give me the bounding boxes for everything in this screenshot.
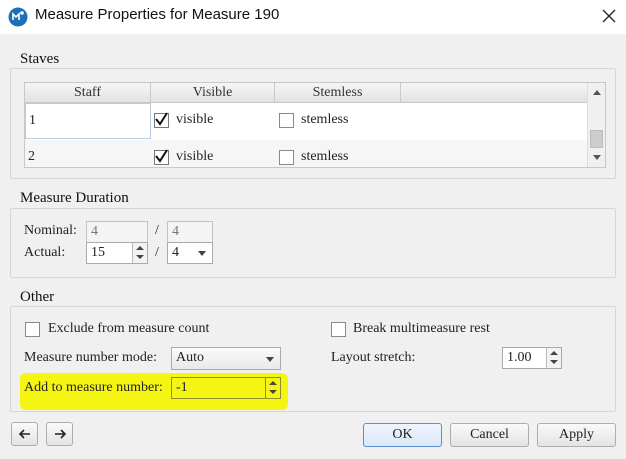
measure-number-mode-value: Auto	[176, 350, 204, 365]
exclude-label: Exclude from measure count	[48, 321, 210, 336]
ok-button[interactable]: OK	[363, 423, 442, 447]
actual-denominator-combo[interactable]: 4	[167, 242, 213, 264]
column-header-filler	[401, 83, 587, 103]
layout-stretch-value: 1.00	[507, 350, 532, 365]
stemless-label: stemless	[301, 112, 349, 127]
musescore-icon	[8, 7, 28, 27]
stemless-checkbox[interactable]	[279, 113, 294, 128]
spin-buttons[interactable]	[265, 378, 280, 398]
table-row[interactable]: 1 visible stemless	[25, 103, 587, 139]
visible-label: visible	[176, 149, 214, 164]
spin-buttons[interactable]	[132, 243, 147, 263]
duration-label: Measure Duration	[18, 190, 131, 207]
actual-numerator-value: 15	[91, 245, 105, 260]
visible-checkbox[interactable]	[154, 149, 169, 165]
measure-number-mode-label: Measure number mode:	[24, 350, 157, 365]
next-measure-button[interactable]	[46, 422, 73, 446]
spin-down-icon[interactable]	[269, 390, 277, 394]
spin-up-icon[interactable]	[550, 351, 558, 355]
arrow-right-icon	[54, 429, 66, 439]
stemless-checkbox[interactable]	[279, 150, 294, 165]
break-mmrest-label: Break multimeasure rest	[353, 321, 490, 336]
staff-cell[interactable]: 1	[25, 103, 151, 139]
table-row[interactable]: 2 visible stemless	[25, 140, 587, 167]
actual-label: Actual:	[24, 245, 66, 260]
staff-number: 1	[29, 113, 36, 128]
column-header-visible[interactable]: Visible	[151, 83, 275, 103]
close-icon[interactable]	[598, 5, 620, 27]
break-mmrest-checkbox[interactable]	[331, 322, 346, 337]
scroll-down-icon[interactable]	[593, 155, 601, 160]
table-scrollbar[interactable]	[587, 83, 605, 167]
nominal-numerator-field: 4	[86, 221, 148, 243]
actual-denominator-value: 4	[172, 245, 179, 260]
chevron-down-icon	[198, 251, 206, 256]
staves-table: Staff Visible Stemless 1 visible stemles…	[24, 82, 606, 168]
actual-separator: /	[155, 245, 159, 260]
spin-up-icon[interactable]	[269, 381, 277, 385]
add-to-measure-number-spinbox[interactable]: -1	[171, 377, 281, 399]
nominal-denominator-field: 4	[167, 221, 213, 243]
add-to-measure-number-value: -1	[176, 380, 188, 395]
other-label: Other	[18, 289, 57, 306]
actual-numerator-spinbox[interactable]: 15	[86, 242, 148, 264]
window-title: Measure Properties for Measure 190	[35, 6, 280, 23]
column-header-stemless[interactable]: Stemless	[275, 83, 401, 103]
measure-number-mode-combo[interactable]: Auto	[171, 347, 281, 370]
spin-buttons[interactable]	[546, 348, 561, 368]
staves-label: Staves	[18, 51, 62, 68]
apply-button[interactable]: Apply	[537, 423, 616, 447]
stemless-label: stemless	[301, 149, 349, 164]
add-to-measure-number-label: Add to measure number:	[24, 380, 163, 395]
nominal-label: Nominal:	[24, 223, 77, 238]
nominal-separator: /	[155, 223, 159, 238]
layout-stretch-spinbox[interactable]: 1.00	[502, 347, 562, 369]
spin-down-icon[interactable]	[136, 255, 144, 259]
column-header-staff[interactable]: Staff	[25, 83, 151, 103]
cancel-button[interactable]: Cancel	[450, 423, 529, 447]
layout-stretch-label: Layout stretch:	[331, 350, 416, 365]
visible-label: visible	[176, 112, 214, 127]
exclude-checkbox[interactable]	[25, 322, 40, 337]
staff-number: 2	[28, 149, 35, 164]
scroll-thumb[interactable]	[590, 130, 603, 148]
visible-checkbox[interactable]	[154, 112, 169, 128]
spin-up-icon[interactable]	[136, 246, 144, 250]
spin-down-icon[interactable]	[550, 360, 558, 364]
scroll-up-icon[interactable]	[593, 90, 601, 95]
previous-measure-button[interactable]	[11, 422, 38, 446]
arrow-left-icon	[18, 429, 30, 439]
chevron-down-icon	[266, 357, 274, 362]
